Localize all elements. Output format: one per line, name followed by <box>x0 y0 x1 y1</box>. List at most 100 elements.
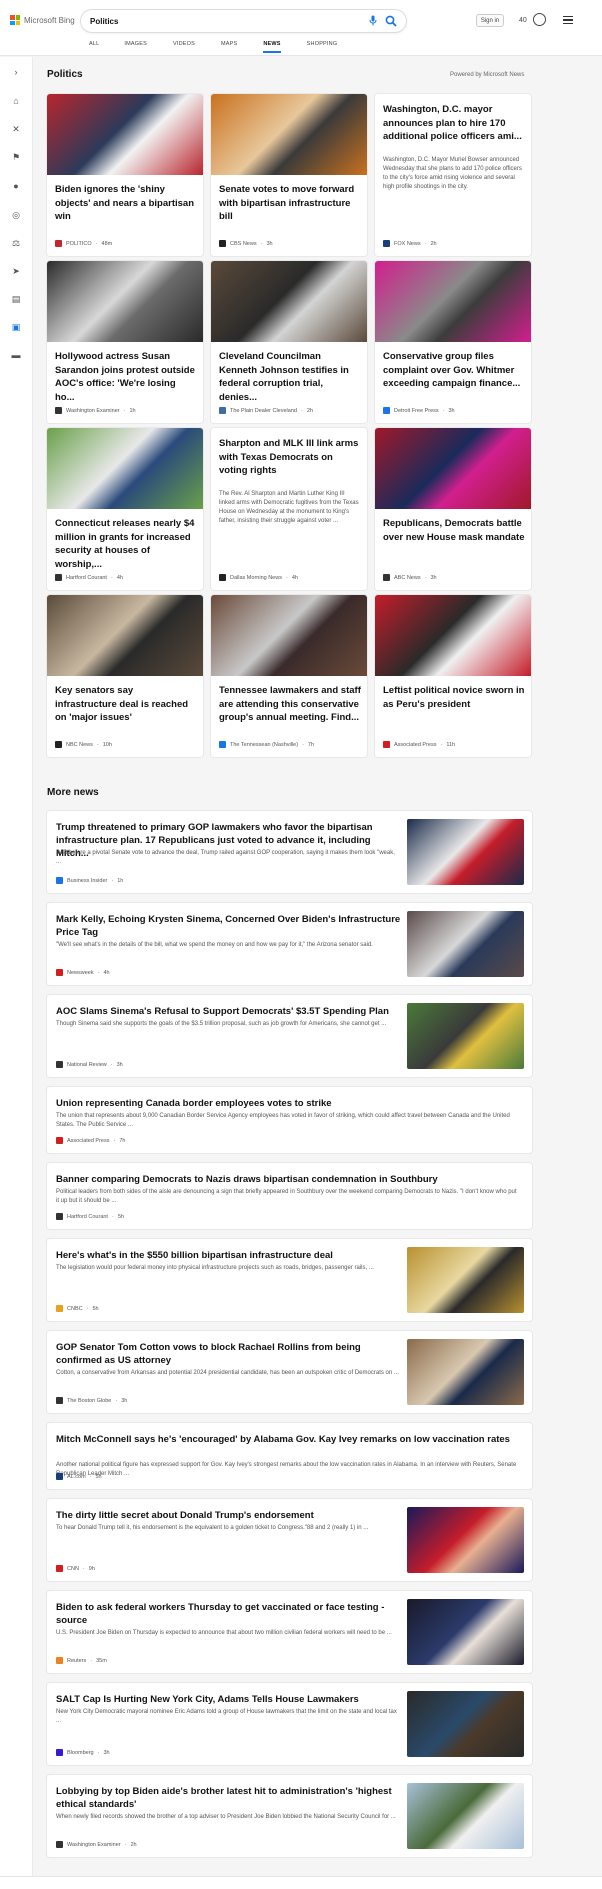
rewards-points[interactable]: 40 <box>519 17 527 24</box>
news-list-item-thumbnail[interactable] <box>407 1691 524 1757</box>
news-card[interactable]: Washington, D.C. mayor announces plan to… <box>375 94 531 256</box>
news-card-source[interactable]: Hartford Courant · 4h <box>55 574 123 581</box>
news-card-source[interactable]: NBC News · 10h <box>55 741 112 748</box>
news-card-image[interactable] <box>375 595 531 676</box>
news-card-image[interactable] <box>375 428 531 509</box>
news-list-item-thumbnail[interactable] <box>407 911 524 977</box>
tab-all[interactable]: ALL <box>89 41 99 53</box>
news-card-source[interactable]: CBS News · 3h <box>219 240 273 247</box>
news-card-image[interactable] <box>211 595 367 676</box>
news-list-item-source[interactable]: Washington Examiner · 2h <box>56 1841 137 1848</box>
news-card[interactable]: Sharpton and MLK III link arms with Texa… <box>211 428 367 590</box>
news-list-item-source[interactable]: AL.com · 5h <box>56 1473 102 1480</box>
news-card-image[interactable] <box>47 261 203 342</box>
news-list-item[interactable]: Lobbying by top Biden aide's brother lat… <box>47 1775 532 1857</box>
news-list-item[interactable]: AOC Slams Sinema's Refusal to Support De… <box>47 995 532 1077</box>
news-card[interactable]: Republicans, Democrats battle over new H… <box>375 428 531 590</box>
news-card[interactable]: Hollywood actress Susan Sarandon joins p… <box>47 261 203 423</box>
search-input[interactable] <box>90 16 350 26</box>
news-list-item[interactable]: GOP Senator Tom Cotton vows to block Rac… <box>47 1331 532 1413</box>
news-list-item-source[interactable]: Newsweek · 4h <box>56 969 110 976</box>
rocket-icon[interactable]: ➤ <box>11 266 21 276</box>
tab-news[interactable]: NEWS <box>263 41 281 53</box>
location-icon[interactable]: ● <box>11 181 21 191</box>
news-card-image[interactable] <box>211 261 367 342</box>
news-list-item[interactable]: The dirty little secret about Donald Tru… <box>47 1499 532 1581</box>
news-card-source[interactable]: Dallas Morning News · 4h <box>219 574 298 581</box>
news-list-item[interactable]: Here's what's in the $550 billion bipart… <box>47 1239 532 1321</box>
news-list-item-title[interactable]: The dirty little secret about Donald Tru… <box>56 1509 401 1522</box>
flag-icon[interactable]: ⚑ <box>11 152 21 162</box>
news-list-item-title[interactable]: GOP Senator Tom Cotton vows to block Rac… <box>56 1341 401 1367</box>
news-list-item[interactable]: SALT Cap Is Hurting New York City, Adams… <box>47 1683 532 1765</box>
news-list-item-thumbnail[interactable] <box>407 1599 524 1665</box>
news-card-image[interactable] <box>47 595 203 676</box>
globe-icon[interactable]: ◎ <box>11 210 21 220</box>
news-list-item-source[interactable]: Associated Press · 7h <box>56 1137 125 1144</box>
news-list-item-source[interactable]: Reuters · 35m <box>56 1657 107 1664</box>
news-card-image[interactable] <box>375 261 531 342</box>
news-card-source[interactable]: Washington Examiner · 1h <box>55 407 136 414</box>
news-list-item-source[interactable]: Hartford Courant · 5h <box>56 1213 124 1220</box>
news-list-item-thumbnail[interactable] <box>407 1003 524 1069</box>
news-card-image[interactable] <box>211 94 367 175</box>
news-list-item-source[interactable]: Bloomberg · 3h <box>56 1749 110 1756</box>
news-card[interactable]: Conservative group files complaint over … <box>375 261 531 423</box>
news-list-item-title[interactable]: Mitch McConnell says he's 'encouraged' b… <box>56 1433 521 1446</box>
news-list-item-thumbnail[interactable] <box>407 819 524 885</box>
news-card-title[interactable]: Senate votes to move forward with bipart… <box>219 183 361 224</box>
news-card-source[interactable]: ABC News · 3h <box>383 574 437 581</box>
news-list-item-thumbnail[interactable] <box>407 1783 524 1849</box>
news-card-title[interactable]: Conservative group files complaint over … <box>383 350 525 391</box>
news-list-item-source[interactable]: CNN · 9h <box>56 1565 95 1572</box>
tab-shopping[interactable]: SHOPPING <box>307 41 338 53</box>
news-card-title[interactable]: Republicans, Democrats battle over new H… <box>383 517 525 544</box>
news-card[interactable]: Key senators say infrastructure deal is … <box>47 595 203 757</box>
microphone-icon[interactable] <box>368 15 378 27</box>
news-card-image[interactable] <box>47 94 203 175</box>
news-card-title[interactable]: Key senators say infrastructure deal is … <box>55 684 197 725</box>
news-card-title[interactable]: Washington, D.C. mayor announces plan to… <box>383 103 525 144</box>
news-list-item-title[interactable]: Lobbying by top Biden aide's brother lat… <box>56 1785 401 1811</box>
news-card[interactable]: Connecticut releases nearly $4 million i… <box>47 428 203 590</box>
news-list-item-source[interactable]: The Boston Globe · 3h <box>56 1397 127 1404</box>
news-list-item-thumbnail[interactable] <box>407 1507 524 1573</box>
rewards-icon[interactable] <box>533 13 546 26</box>
news-card[interactable]: Cleveland Councilman Kenneth Johnson tes… <box>211 261 367 423</box>
news-card-title[interactable]: Connecticut releases nearly $4 million i… <box>55 517 197 571</box>
news-list-item[interactable]: Mark Kelly, Echoing Krysten Sinema, Conc… <box>47 903 532 985</box>
news-card-source[interactable]: Associated Press · 11h <box>383 741 455 748</box>
news-card-title[interactable]: Sharpton and MLK III link arms with Texa… <box>219 437 361 478</box>
news-card-source[interactable]: FOX News · 2h <box>383 240 437 247</box>
news-list-item-source[interactable]: Business Insider · 1h <box>56 877 123 884</box>
news-card-image[interactable] <box>47 428 203 509</box>
search-box[interactable] <box>81 10 406 32</box>
news-list-item-title[interactable]: Mark Kelly, Echoing Krysten Sinema, Conc… <box>56 913 401 939</box>
hamburger-menu-icon[interactable] <box>563 16 573 24</box>
search-icon[interactable] <box>385 14 397 27</box>
news-list-item-title[interactable]: SALT Cap Is Hurting New York City, Adams… <box>56 1693 401 1706</box>
news-card-title[interactable]: Leftist political novice sworn in as Per… <box>383 684 525 711</box>
news-list-item[interactable]: Trump threatened to primary GOP lawmaker… <box>47 811 532 893</box>
news-card-title[interactable]: Hollywood actress Susan Sarandon joins p… <box>55 350 197 404</box>
sign-in-button[interactable]: Sign in <box>476 14 504 27</box>
news-card[interactable]: Leftist political novice sworn in as Per… <box>375 595 531 757</box>
wallet-icon[interactable]: ▬ <box>11 350 21 360</box>
news-list-item-thumbnail[interactable] <box>407 1339 524 1405</box>
news-card[interactable]: Senate votes to move forward with bipart… <box>211 94 367 256</box>
bing-logo[interactable]: Microsoft Bing <box>10 15 75 25</box>
news-list-item-title[interactable]: Union representing Canada border employe… <box>56 1097 521 1110</box>
bank-icon[interactable]: ▣ <box>11 322 21 332</box>
news-card-title[interactable]: Tennessee lawmakers and staff are attend… <box>219 684 361 725</box>
news-card-source[interactable]: The Plain Dealer Cleveland · 2h <box>219 407 313 414</box>
news-list-item-title[interactable]: Banner comparing Democrats to Nazis draw… <box>56 1173 521 1186</box>
chevron-right-icon[interactable]: › <box>11 67 21 77</box>
scales-icon[interactable]: ⚖ <box>11 238 21 248</box>
news-card-source[interactable]: POLITICO · 48m <box>55 240 112 247</box>
news-list-item-source[interactable]: National Review · 3h <box>56 1061 123 1068</box>
news-list-item-title[interactable]: Here's what's in the $550 billion bipart… <box>56 1249 401 1262</box>
home-icon[interactable]: ⌂ <box>11 96 21 106</box>
news-list-item[interactable]: Banner comparing Democrats to Nazis draw… <box>47 1163 532 1229</box>
news-list-item-title[interactable]: Biden to ask federal workers Thursday to… <box>56 1601 401 1627</box>
news-list-item-thumbnail[interactable] <box>407 1247 524 1313</box>
